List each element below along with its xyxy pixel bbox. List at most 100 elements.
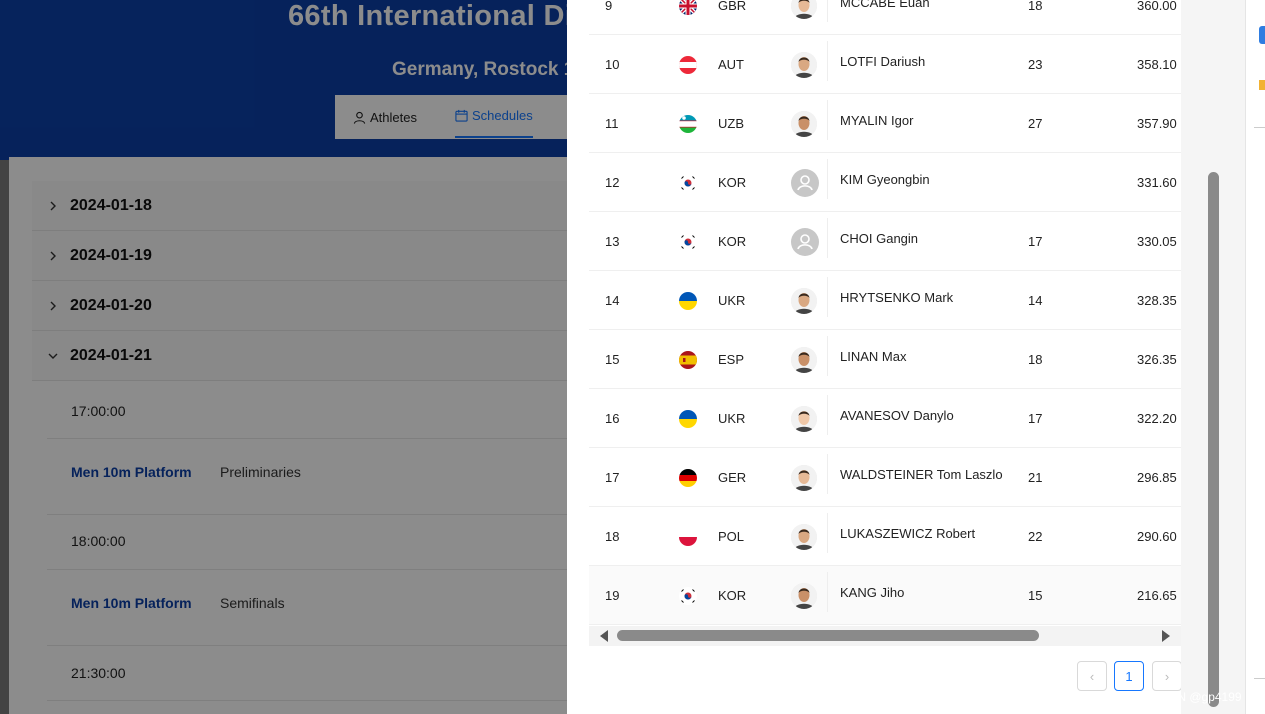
pagination-next-button[interactable]: › [1152,661,1182,691]
score-cell: 358.10 [1137,57,1177,72]
table-row[interactable]: 19 KOR KANG Jiho 15 216.65 [589,566,1181,625]
age-cell: 18 [1028,352,1043,367]
extension-icon[interactable] [1259,80,1265,90]
rank-cell: 9 [605,0,613,13]
rank-cell: 17 [605,470,620,485]
score-cell: 360.00 [1137,0,1177,13]
athlete-name-cell: WALDSTEINER Tom Laszlo [827,454,1003,494]
age-cell: 18 [1028,0,1043,13]
score-cell: 296.85 [1137,470,1177,485]
vertical-scrollbar[interactable] [1181,0,1245,714]
athlete-name-cell: CHOI Gangin [827,218,918,258]
flag-icon [679,566,697,625]
score-cell: 326.35 [1137,352,1177,367]
table-row[interactable]: 11 UZB MYALIN Igor 27 357.90 [589,94,1181,153]
horizontal-scrollbar[interactable] [589,626,1181,646]
score-cell: 357.90 [1137,116,1177,131]
athlete-name-cell: KANG Jiho [827,572,904,612]
scroll-right-arrow-icon[interactable] [1162,630,1170,642]
age-cell: 22 [1028,529,1043,544]
country-code-cell: ESP [718,352,745,367]
score-cell: 328.35 [1137,293,1177,308]
country-code-cell: KOR [718,234,747,249]
rank-cell: 14 [605,293,620,308]
athlete-photo [791,0,817,35]
country-code-cell: UKR [718,293,746,308]
flag-icon [679,0,697,35]
extension-icon[interactable] [1259,26,1265,44]
vertical-scroll-thumb[interactable] [1208,172,1219,707]
table-row[interactable]: 18 POL LUKASZEWICZ Robert 22 290.60 [589,507,1181,566]
score-cell: 322.20 [1137,411,1177,426]
rank-cell: 19 [605,588,620,603]
athlete-name-cell: MYALIN Igor [827,100,913,140]
athlete-name-cell: LOTFI Dariush [827,41,925,81]
score-cell: 330.05 [1137,234,1177,249]
scroll-left-arrow-icon[interactable] [600,630,608,642]
table-row[interactable]: 15 ESP LINAN Max 18 326.35 [589,330,1181,389]
country-code-cell: GER [718,470,747,485]
watermark: CSDN @gp4199 [1152,690,1242,704]
rank-cell: 12 [605,175,620,190]
browser-side-strip [1245,0,1265,714]
athlete-photo [791,94,817,153]
athlete-photo [791,448,817,507]
athlete-photo [791,566,817,625]
default-avatar-icon [791,168,819,197]
table-row[interactable]: 9 GBR MCCABE Euan 18 360.00 [589,0,1181,35]
athlete-photo [791,35,817,94]
age-cell: 17 [1028,411,1043,426]
rank-cell: 15 [605,352,620,367]
age-cell: 17 [1028,234,1043,249]
athlete-name-cell: AVANESOV Danylo [827,395,954,435]
athlete-name-cell: KIM Gyeongbin [827,159,930,199]
horizontal-scroll-thumb[interactable] [617,630,1039,641]
athlete-photo [791,212,819,271]
score-cell: 331.60 [1137,175,1177,190]
country-code-cell: KOR [718,175,747,190]
athlete-photo [791,507,817,566]
country-code-cell: KOR [718,588,747,603]
table-row[interactable]: 14 UKR HRYTSENKO Mark 14 328.35 [589,271,1181,330]
rank-cell: 18 [605,529,620,544]
rank-cell: 11 [605,116,619,131]
flag-icon [679,212,697,271]
flag-icon [679,448,697,507]
rank-cell: 10 [605,57,620,72]
age-cell: 21 [1028,470,1043,485]
flag-icon [679,35,697,94]
flag-icon [679,389,697,448]
athlete-photo [791,153,819,212]
athlete-name-cell: MCCABE Euan [827,0,930,22]
flag-icon [679,153,697,212]
default-avatar-icon [791,227,819,256]
country-code-cell: UKR [718,411,746,426]
athlete-name-cell: LUKASZEWICZ Robert [827,513,975,553]
divider [1254,127,1265,128]
athlete-photo [791,389,817,448]
age-cell: 15 [1028,588,1043,603]
country-code-cell: POL [718,529,745,544]
age-cell: 14 [1028,293,1043,308]
age-cell: 27 [1028,116,1043,131]
athlete-photo [791,330,817,389]
country-code-cell: UZB [718,116,744,131]
age-cell: 23 [1028,57,1043,72]
table-row[interactable]: 16 UKR AVANESOV Danylo 17 322.20 [589,389,1181,448]
table-row[interactable]: 13 KOR CHOI Gangin 17 330.05 [589,212,1181,271]
table-row[interactable]: 12 KOR KIM Gyeongbin 331.60 [589,153,1181,212]
country-code-cell: GBR [718,0,747,13]
results-drawer: 9 GBR MCCABE Euan 18 360.00 10 AUT LOTFI Darius… [567,0,1182,714]
flag-icon [679,94,697,153]
pagination-prev-button[interactable]: ‹ [1077,661,1107,691]
rank-cell: 13 [605,234,620,249]
athlete-name-cell: HRYTSENKO Mark [827,277,953,317]
table-row[interactable]: 17 GER WALDSTEINER Tom Laszlo 21 296.85 [589,448,1181,507]
score-cell: 290.60 [1137,529,1177,544]
table-row[interactable]: 10 AUT LOTFI Dariush 23 358.10 [589,35,1181,94]
score-cell: 216.65 [1137,588,1177,603]
country-code-cell: AUT [718,57,744,72]
flag-icon [679,271,697,330]
divider [1254,678,1265,679]
pagination-page-1[interactable]: 1 [1114,661,1144,691]
